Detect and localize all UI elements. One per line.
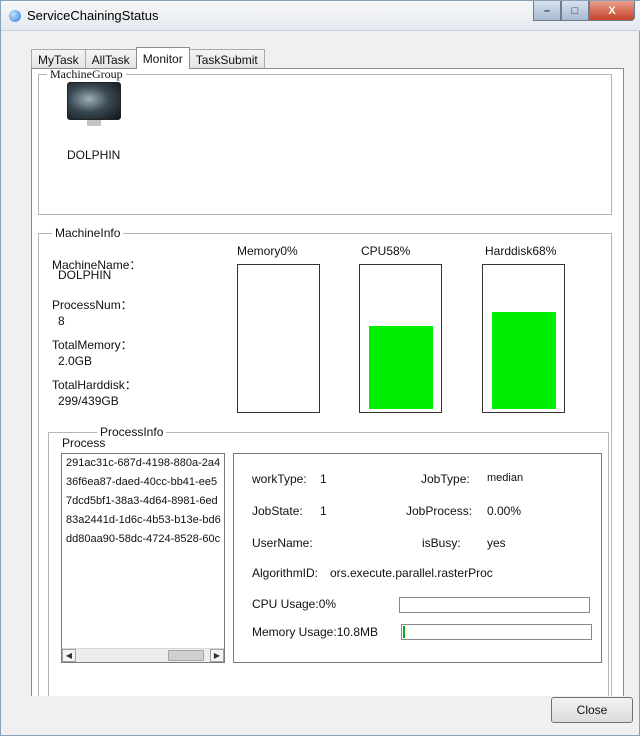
client-area: MyTask AllTask Monitor TaskSubmit Machin… xyxy=(7,31,635,731)
cpu-gauge xyxy=(359,264,442,413)
memory-gauge xyxy=(237,264,320,413)
tab-alltask[interactable]: AllTask xyxy=(84,49,137,69)
window-controls: – □ X xyxy=(533,1,635,21)
title-bar[interactable]: ServiceChainingStatus – □ X xyxy=(1,1,640,31)
algorithm-id-value: ors.execute.parallel.rasterProc xyxy=(330,566,493,580)
work-type-label: workType: xyxy=(252,472,307,486)
list-item[interactable]: 36f6ea87-daed-40cc-bb41-ee5 xyxy=(62,473,224,492)
scroll-thumb[interactable] xyxy=(168,650,204,661)
list-item[interactable]: 83a2441d-1d6c-4b53-b13e-bd6 xyxy=(62,511,224,530)
total-harddisk-value: 299/439GB xyxy=(58,394,119,408)
tab-tasksubmit[interactable]: TaskSubmit xyxy=(188,49,265,69)
user-name-label: UserName: xyxy=(252,536,313,550)
is-busy-value: yes xyxy=(487,536,506,550)
memory-gauge-title: Memory0% xyxy=(237,244,298,258)
work-type-value: 1 xyxy=(320,472,327,486)
process-list[interactable]: 291ac31c-687d-4198-880a-2a4 36f6ea87-dae… xyxy=(61,453,225,663)
memory-usage-label: Memory Usage:10.8MB xyxy=(252,625,379,639)
total-memory-label: TotalMemory： xyxy=(52,338,133,352)
total-harddisk-label: TotalHarddisk： xyxy=(52,378,137,392)
machine-group-legend: MachineGroup xyxy=(47,69,126,82)
app-icon xyxy=(9,10,21,22)
machine-name-field-value: DOLPHIN xyxy=(58,268,112,282)
algorithm-id-label: AlgorithmID: xyxy=(252,566,319,580)
machine-name-label[interactable]: DOLPHIN xyxy=(67,148,120,162)
close-window-button[interactable]: X xyxy=(589,1,635,21)
harddisk-gauge-fill xyxy=(492,312,556,409)
cpu-usage-bar xyxy=(399,597,590,613)
process-info-box: ProcessInfo Process 291ac31c-687d-4198-8… xyxy=(48,425,609,696)
list-item[interactable]: dd80aa90-58dc-4724-8528-60c xyxy=(62,530,224,549)
job-state-value: 1 xyxy=(320,504,327,518)
close-button[interactable]: Close xyxy=(551,697,633,723)
monitor-tab-panel: MachineGroup DOLPHIN MachineInfo Machine… xyxy=(31,68,624,696)
minimize-button[interactable]: – xyxy=(533,1,561,21)
job-process-label: JobProcess: xyxy=(406,504,473,518)
list-item[interactable]: 291ac31c-687d-4198-880a-2a4 xyxy=(62,454,224,473)
scroll-left-icon[interactable]: ◀ xyxy=(62,649,76,662)
machine-info-box: MachineInfo MachineName： DOLPHIN Process… xyxy=(38,226,612,696)
cpu-gauge-title: CPU58% xyxy=(361,244,411,258)
job-type-value: median xyxy=(487,472,524,484)
total-memory-value: 2.0GB xyxy=(58,354,93,368)
job-type-label: JobType: xyxy=(421,472,470,486)
maximize-button[interactable]: □ xyxy=(561,1,589,21)
tab-monitor[interactable]: Monitor xyxy=(135,47,190,69)
process-detail-panel: workType: 1 JobType: median JobState: 1 … xyxy=(233,453,602,663)
window-title: ServiceChainingStatus xyxy=(27,8,159,23)
tab-mytask[interactable]: MyTask xyxy=(31,49,86,69)
job-state-label: JobState: xyxy=(252,504,303,518)
process-info-legend: ProcessInfo xyxy=(97,425,167,439)
monitor-icon[interactable] xyxy=(67,82,121,126)
machine-group-box: MachineGroup DOLPHIN xyxy=(38,69,612,215)
memory-usage-fill xyxy=(403,626,405,638)
process-list-label: Process xyxy=(62,436,106,450)
list-item[interactable]: 7dcd5bf1-38a3-4d64-8981-6ed xyxy=(62,492,224,511)
machine-info-legend: MachineInfo xyxy=(52,226,124,240)
memory-usage-bar xyxy=(401,624,592,640)
process-num-label: ProcessNum： xyxy=(52,298,133,312)
job-process-value: 0.00% xyxy=(487,504,522,518)
harddisk-gauge-title: Harddisk68% xyxy=(485,244,557,258)
tab-strip: MyTask AllTask Monitor TaskSubmit xyxy=(31,47,265,69)
harddisk-gauge xyxy=(482,264,565,413)
service-chaining-status-window: ServiceChainingStatus – □ X MyTask AllTa… xyxy=(0,0,640,736)
cpu-gauge-fill xyxy=(369,326,433,409)
cpu-usage-label: CPU Usage:0% xyxy=(252,597,337,611)
scroll-right-icon[interactable]: ▶ xyxy=(210,649,224,662)
process-num-value: 8 xyxy=(58,314,65,328)
horizontal-scrollbar[interactable]: ◀ ▶ xyxy=(62,648,224,662)
is-busy-label: isBusy: xyxy=(422,536,461,550)
